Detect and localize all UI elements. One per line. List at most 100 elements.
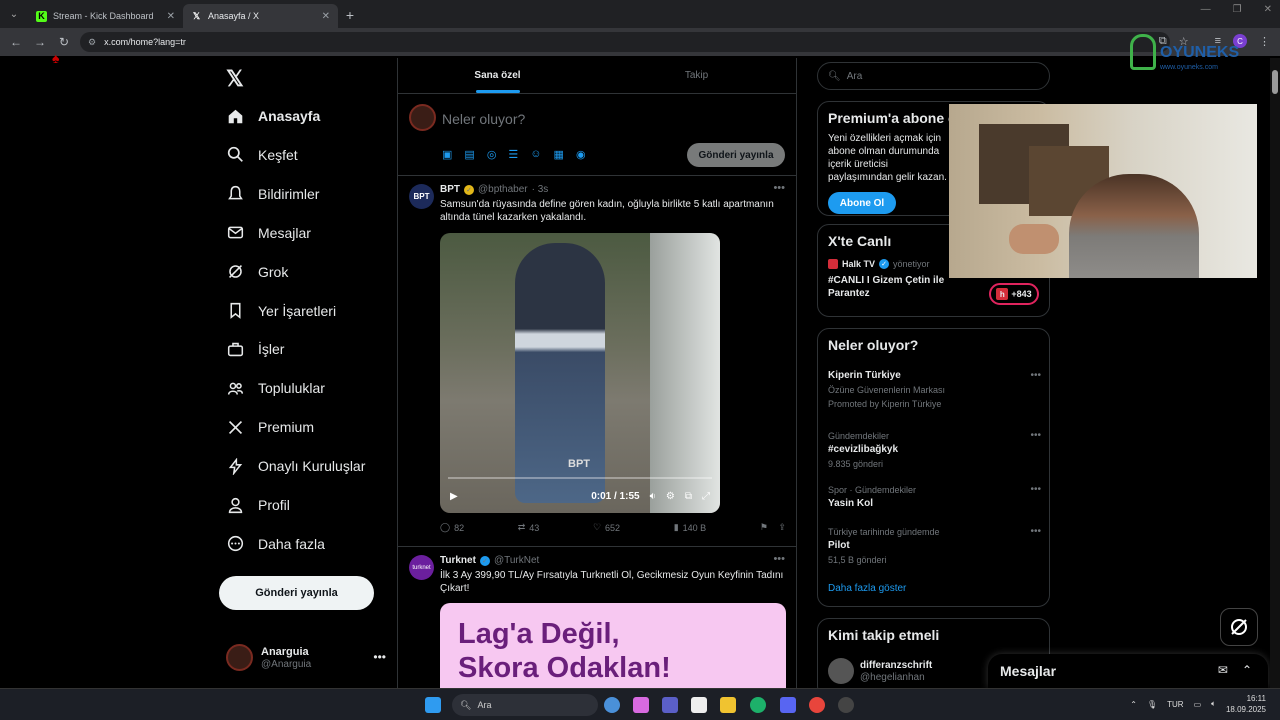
chrome-icon[interactable]	[809, 697, 825, 713]
emoji-icon[interactable]: ☺	[530, 148, 541, 161]
more-dots-icon[interactable]: •••	[1030, 525, 1041, 539]
account-switcher[interactable]: Anarguia @Anarguia •••	[226, 644, 386, 671]
nav-item-8[interactable]: Premium	[226, 415, 314, 439]
network-icon[interactable]: ▭	[1194, 700, 1202, 709]
tweet-video[interactable]: BPT ▶ 0:01 / 1:55 🔉︎ ⚙ ⧉ ⤢	[440, 233, 720, 513]
grok-floating-button[interactable]	[1220, 608, 1258, 646]
minimize-icon[interactable]: —	[1201, 4, 1211, 15]
explorer-icon[interactable]	[720, 697, 736, 713]
language-indicator[interactable]: TUR	[1167, 700, 1183, 709]
back-icon[interactable]: ←	[4, 35, 28, 49]
live-listeners-badge[interactable]: h +843	[989, 283, 1039, 305]
tweet-handle[interactable]: @bpthaber	[478, 184, 528, 195]
browser-tab-x[interactable]: 𝕏 Anasayfa / X ✕	[183, 4, 338, 28]
settings-icon[interactable]: ⚙	[666, 491, 675, 502]
taskbar-search[interactable]: 🔍︎ Ara	[452, 694, 598, 716]
tweet-time[interactable]: · 3s	[532, 184, 549, 195]
repost-button[interactable]: ⇄ 43	[518, 522, 540, 533]
new-tab-button[interactable]: +	[338, 4, 362, 28]
forward-icon[interactable]: →	[28, 35, 52, 49]
play-icon[interactable]: ▶	[450, 491, 458, 502]
new-message-icon[interactable]: ✉	[1218, 663, 1228, 677]
clock[interactable]: 16:11 18.09.2025	[1226, 693, 1266, 715]
pip-icon[interactable]: ⧉	[685, 491, 692, 502]
browser-menu-icon[interactable]: ⋮	[1259, 35, 1270, 48]
more-dots-icon[interactable]: •••	[773, 182, 785, 194]
follow-suggestion[interactable]: differanzschrift @hegelianhan	[828, 658, 932, 684]
obs-icon[interactable]	[838, 697, 854, 713]
nav-item-2[interactable]: Bildirimler	[226, 182, 319, 206]
location-icon[interactable]: ◉	[576, 148, 586, 161]
mic-icon[interactable]: 🎙︎	[1147, 700, 1157, 709]
views-button[interactable]: ▮ 140 B	[674, 522, 706, 533]
trend-item[interactable]: Kiperin Türkiye Özüne Güvenenlerin Marka…	[828, 369, 1041, 411]
live-stream-title[interactable]: #CANLI I Gizem Çetin ile Parantez	[828, 274, 948, 300]
expand-icon[interactable]: ⌃	[1242, 663, 1252, 677]
close-window-icon[interactable]: ✕	[1264, 4, 1272, 15]
page-scrollbar[interactable]	[1270, 58, 1280, 688]
more-dots-icon[interactable]: •••	[1030, 429, 1041, 443]
edge-icon[interactable]	[750, 697, 766, 713]
grok-icon[interactable]: ◎	[487, 148, 497, 161]
tweet-avatar[interactable]: turknet	[409, 555, 434, 580]
store-icon[interactable]	[691, 697, 707, 713]
nav-item-6[interactable]: İşler	[226, 337, 284, 361]
nav-item-5[interactable]: Yer İşaretleri	[226, 299, 336, 323]
start-icon[interactable]	[425, 697, 441, 713]
discord-icon[interactable]	[780, 697, 796, 713]
restore-icon[interactable]: ❐	[1233, 4, 1242, 15]
nav-item-4[interactable]: Grok	[226, 260, 288, 284]
subscribe-button[interactable]: Abone Ol	[828, 192, 896, 214]
tweet-author[interactable]: BPT	[440, 184, 460, 195]
tray-chevron-icon[interactable]: ⌃	[1130, 700, 1137, 709]
poll-icon[interactable]: ☰	[508, 148, 518, 161]
x-logo-icon[interactable]: 𝕏	[226, 66, 244, 92]
widget-icon[interactable]	[604, 697, 620, 713]
tab-following[interactable]: Takip	[597, 58, 796, 93]
address-bar[interactable]: ⚙ x.com/home?lang=tr	[80, 32, 1170, 52]
image-icon[interactable]: ▣	[442, 148, 452, 161]
volume-icon[interactable]: 🔉︎	[650, 491, 656, 502]
nav-item-11[interactable]: Daha fazla	[226, 532, 325, 556]
tab-close-icon[interactable]: ✕	[322, 11, 330, 22]
compose-input[interactable]: Neler oluyor?	[442, 111, 525, 127]
nav-item-9[interactable]: Onaylı Kuruluşlar	[226, 454, 365, 478]
trend-item[interactable]: Spor · Gündemdekiler Yasin Kol •••	[828, 483, 1041, 511]
copilot-icon[interactable]	[633, 697, 649, 713]
compose-post-button[interactable]: Gönderi yayınla	[687, 143, 785, 167]
site-info-icon[interactable]: ⚙	[88, 37, 96, 48]
reply-button[interactable]: ◯ 82	[440, 522, 464, 533]
tweet-author[interactable]: Turknet	[440, 555, 476, 566]
trend-item[interactable]: Türkiye tarihinde gündemde Pilot 51,5 B …	[828, 525, 1041, 567]
more-dots-icon[interactable]: •••	[1030, 483, 1041, 497]
promo-image[interactable]: Lag'a Değil, Skora Odaklan!	[440, 603, 786, 688]
volume-icon[interactable]: 🔈︎	[1211, 699, 1216, 709]
tweet[interactable]: turknet Turknet ✓ @TurkNet ••• İlk 3 Ay …	[398, 547, 796, 688]
tab-for-you[interactable]: Sana özel	[398, 58, 597, 93]
schedule-icon[interactable]: ▦	[554, 148, 564, 161]
bookmark-icon[interactable]: ⚑	[760, 522, 768, 533]
share-icon[interactable]: ⇪	[778, 522, 786, 533]
reload-icon[interactable]: ↻	[52, 35, 76, 49]
more-dots-icon[interactable]: •••	[773, 553, 785, 565]
teams-icon[interactable]	[662, 697, 678, 713]
messages-drawer[interactable]: Mesajlar ✉ ⌃	[988, 654, 1268, 688]
tweet-handle[interactable]: @TurkNet	[494, 555, 539, 566]
tab-close-icon[interactable]: ✕	[167, 11, 175, 22]
tab-search-button[interactable]: ⌄	[0, 0, 28, 28]
browser-tab-kick[interactable]: K Stream - Kick Dashboard ✕	[28, 4, 183, 28]
nav-item-10[interactable]: Profil	[226, 493, 290, 517]
nav-item-1[interactable]: Keşfet	[226, 143, 298, 167]
scrollbar-thumb[interactable]	[1272, 70, 1278, 94]
more-dots-icon[interactable]: •••	[1030, 369, 1041, 383]
more-dots-icon[interactable]: •••	[373, 650, 386, 664]
search-input[interactable]: 🔍︎ Ara	[817, 62, 1050, 90]
tweet[interactable]: BPT BPT ✓ @bpthaber · 3s ••• Samsun'da r…	[398, 176, 796, 547]
post-button[interactable]: Gönderi yayınla	[219, 576, 374, 610]
nav-item-7[interactable]: Topluluklar	[226, 376, 325, 400]
nav-item-3[interactable]: Mesajlar	[226, 221, 311, 245]
tweet-avatar[interactable]: BPT	[409, 184, 434, 209]
trend-item[interactable]: Gündemdekiler #cevizlibağkyk 9.835 gönde…	[828, 429, 1041, 471]
like-button[interactable]: ♡ 652	[593, 522, 620, 533]
fullscreen-icon[interactable]: ⤢	[702, 491, 710, 502]
